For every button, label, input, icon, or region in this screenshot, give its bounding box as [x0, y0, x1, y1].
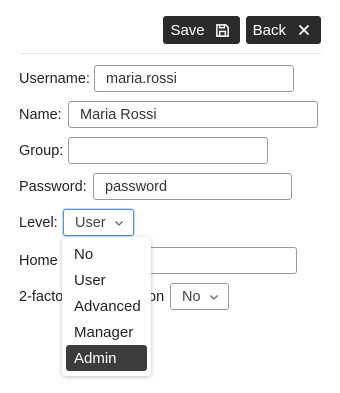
group-label: Group:	[19, 143, 64, 159]
floppy-disk-icon	[215, 22, 231, 38]
level-select-value: User	[75, 214, 106, 231]
level-option-no[interactable]: No	[66, 241, 147, 267]
chevron-down-icon	[209, 292, 219, 302]
toolbar: Save Back	[163, 16, 321, 44]
name-row: Name:	[19, 101, 62, 129]
twofactor-label: 2-facto	[19, 289, 64, 305]
password-label: Password:	[19, 179, 87, 195]
username-row: Username:	[19, 65, 90, 93]
divider	[19, 53, 321, 54]
level-option-admin[interactable]: Admin	[66, 345, 147, 371]
level-option-advanced[interactable]: Advanced	[66, 293, 147, 319]
name-field[interactable]: Maria Rossi	[68, 101, 318, 128]
password-row: Password:	[19, 173, 87, 201]
save-button[interactable]: Save	[163, 16, 240, 44]
name-label: Name:	[19, 107, 62, 123]
twofactor-select[interactable]: No	[170, 283, 229, 310]
username-field[interactable]: maria.rossi	[94, 65, 294, 92]
chevron-down-icon	[114, 218, 124, 228]
save-button-label: Save	[170, 21, 205, 39]
level-select[interactable]: User	[63, 209, 134, 236]
close-icon	[296, 22, 312, 38]
level-dropdown: No User Advanced Manager Admin	[62, 237, 151, 376]
group-row: Group:	[19, 137, 63, 165]
level-label: Level:	[19, 215, 58, 231]
password-field[interactable]: password	[93, 173, 292, 200]
twofactor-select-value: No	[182, 288, 201, 305]
level-option-user[interactable]: User	[66, 267, 147, 293]
home-field[interactable]	[148, 247, 297, 274]
back-button-label: Back	[252, 21, 286, 39]
username-label: Username:	[19, 71, 90, 87]
group-field[interactable]	[68, 137, 268, 164]
back-button[interactable]: Back	[245, 16, 321, 44]
twofactor-row: 2-facto	[19, 283, 63, 311]
level-row: Level:	[19, 209, 58, 237]
level-option-manager[interactable]: Manager	[66, 319, 147, 345]
